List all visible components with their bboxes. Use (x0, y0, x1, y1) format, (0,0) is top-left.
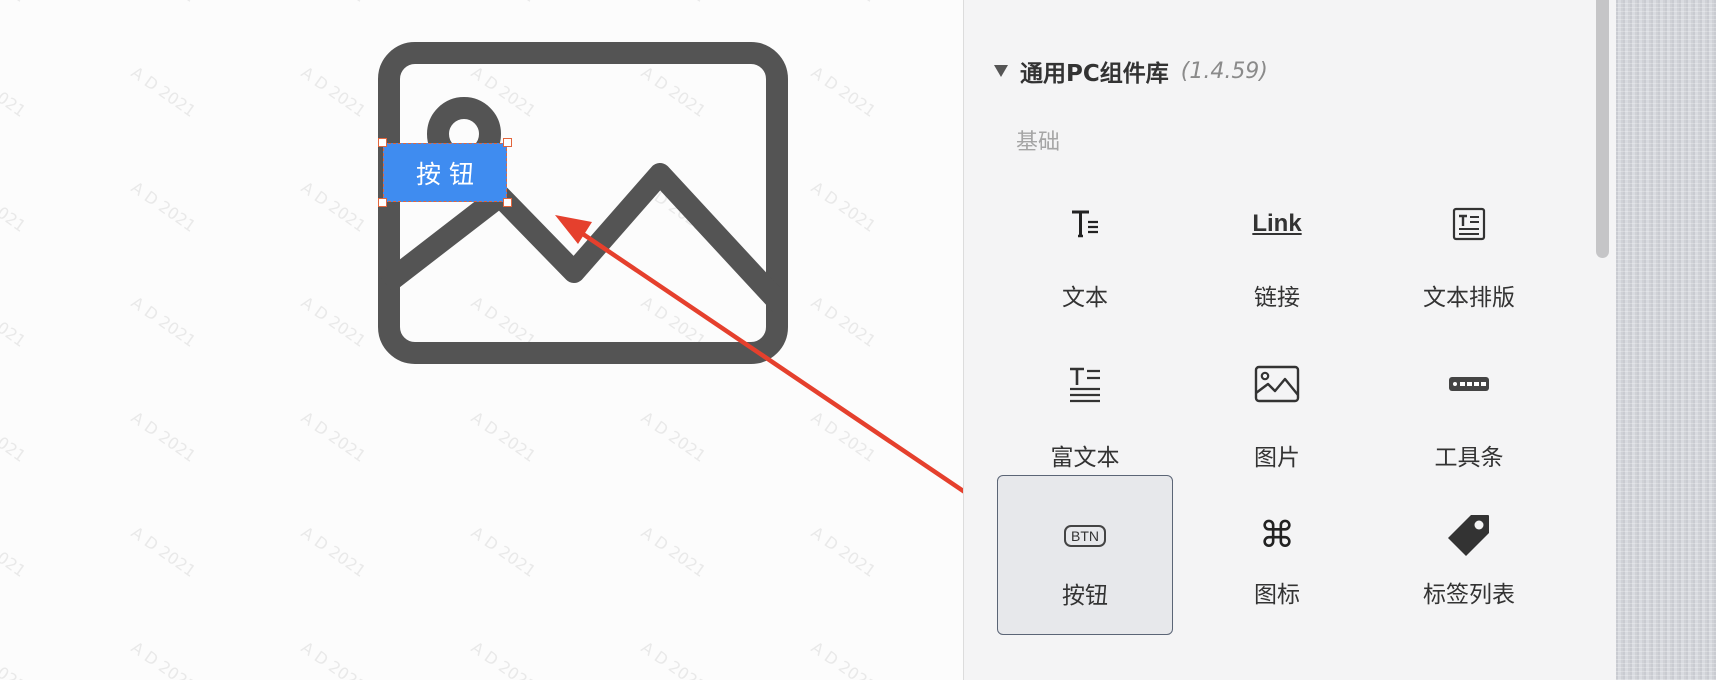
collapse-triangle-icon[interactable] (994, 65, 1008, 77)
watermark-text: A D 2021 (298, 178, 370, 236)
rich-text-icon (1061, 360, 1109, 408)
component-label: 按钮 (1062, 583, 1108, 609)
toolbar-icon (1445, 360, 1493, 408)
component-library-panel: 通用PC组件库 (1.4.59) 基础 文本 Link 链接 文本排版 富文本 … (963, 0, 1589, 680)
watermark-text: A D 2021 (0, 293, 29, 351)
watermark-text: A D 2021 (808, 408, 880, 466)
watermark-text: A D 2021 (808, 0, 880, 6)
scrollbar-thumb[interactable] (1596, 0, 1609, 258)
section-label-basic: 基础 (1016, 130, 1061, 155)
watermark-text: A D 2021 (468, 638, 540, 680)
watermark-text: A D 2021 (298, 523, 370, 581)
component-label: 标签列表 (1423, 582, 1515, 608)
watermark-text: A D 2021 (0, 0, 29, 6)
component-icon[interactable]: ⌘ 图标 (1189, 475, 1365, 635)
component-label: 链接 (1254, 285, 1300, 311)
watermark-text: A D 2021 (0, 178, 29, 236)
watermark-text: A D 2021 (468, 408, 540, 466)
placed-button-component[interactable]: 按钮 (378, 138, 512, 207)
watermark-text: A D 2021 (808, 638, 880, 680)
text-icon (1061, 200, 1109, 248)
component-label: 富文本 (1050, 445, 1120, 471)
component-label: 工具条 (1434, 445, 1504, 471)
component-label: 图标 (1254, 582, 1300, 608)
watermark-text: A D 2021 (808, 63, 880, 121)
resize-handle-bottom-right[interactable] (503, 198, 512, 207)
watermark-text: A D 2021 (808, 293, 880, 351)
link-icon-text: Link (1252, 210, 1302, 237)
watermark-text: A D 2021 (128, 178, 200, 236)
resize-handle-top-left[interactable] (378, 138, 387, 147)
watermark-text: A D 2021 (0, 523, 29, 581)
window-edge-texture (1616, 0, 1716, 680)
link-icon: Link (1252, 200, 1302, 248)
watermark-text: A D 2021 (0, 63, 29, 121)
library-header[interactable]: 通用PC组件库 (1.4.59) (994, 54, 1268, 88)
component-label: 文本排版 (1423, 285, 1515, 311)
text-layout-icon (1445, 200, 1493, 248)
watermark-text: A D 2021 (128, 0, 200, 6)
button-icon-text: BTN (1064, 525, 1106, 547)
watermark-text: A D 2021 (468, 0, 540, 6)
watermark-text: A D 2021 (298, 638, 370, 680)
watermark-text: A D 2021 (128, 408, 200, 466)
watermark-text: A D 2021 (808, 523, 880, 581)
watermark-text: A D 2021 (298, 0, 370, 6)
watermark-text: A D 2021 (0, 408, 29, 466)
placed-button-label: 按钮 (415, 159, 482, 189)
design-canvas[interactable]: A D 2021 A D 2021 A D 2021 A D 2021 A D 2021… (0, 0, 963, 680)
component-link[interactable]: Link 链接 (1189, 180, 1365, 340)
button-icon: BTN (1061, 512, 1109, 560)
watermark-text: A D 2021 (128, 293, 200, 351)
watermark-text: A D 2021 (468, 523, 540, 581)
library-version: (1.4.59) (1180, 58, 1268, 84)
component-button[interactable]: BTN 按钮 (997, 475, 1173, 635)
watermark-text: A D 2021 (638, 523, 710, 581)
watermark-text: A D 2021 (298, 293, 370, 351)
watermark-text: A D 2021 (128, 523, 200, 581)
panel-scrollbar[interactable] (1589, 0, 1616, 680)
watermark-text: A D 2021 (128, 638, 200, 680)
component-label: 文本 (1062, 285, 1108, 311)
watermark-text: A D 2021 (808, 178, 880, 236)
image-placeholder-icon[interactable] (378, 42, 788, 364)
resize-handle-bottom-left[interactable] (378, 198, 387, 207)
component-text[interactable]: 文本 (997, 180, 1173, 340)
component-tag-list[interactable]: 标签列表 (1381, 475, 1557, 635)
command-icon: ⌘ (1259, 514, 1295, 556)
watermark-text: A D 2021 (638, 408, 710, 466)
watermark-text: A D 2021 (298, 408, 370, 466)
watermark-text: A D 2021 (638, 638, 710, 680)
watermark-text: A D 2021 (638, 0, 710, 6)
component-text-layout[interactable]: 文本排版 (1381, 180, 1557, 340)
resize-handle-top-right[interactable] (503, 138, 512, 147)
library-title: 通用PC组件库 (1020, 61, 1169, 87)
watermark-text: A D 2021 (298, 63, 370, 121)
tag-icon (1445, 511, 1493, 559)
watermark-text: A D 2021 (128, 63, 200, 121)
image-icon (1253, 360, 1301, 408)
component-label: 图片 (1254, 445, 1300, 471)
watermark-text: A D 2021 (0, 638, 29, 680)
